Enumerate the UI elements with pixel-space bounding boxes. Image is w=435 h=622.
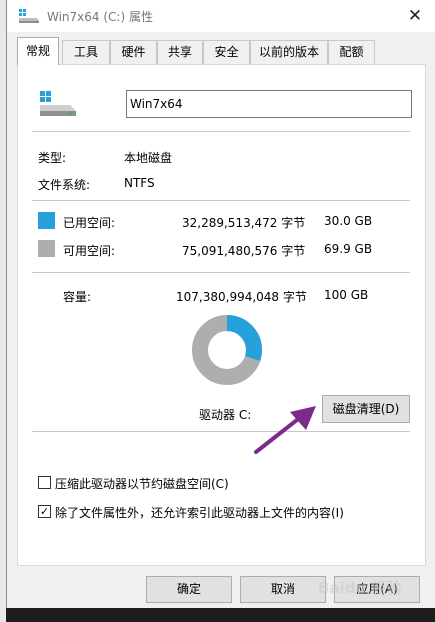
drive-icon: [19, 9, 39, 23]
separator: [32, 131, 410, 132]
cancel-button[interactable]: 取消: [240, 576, 326, 603]
separator: [32, 200, 410, 201]
tab-general[interactable]: 常规: [17, 37, 59, 65]
index-label: 除了文件属性外，还允许索引此驱动器上文件的内容(I): [55, 506, 344, 520]
cancel-button-label: 取消: [270, 582, 295, 596]
capacity-label: 容量:: [63, 290, 92, 304]
used-space-bytes: 32,289,513,472 字节: [182, 216, 306, 230]
used-space-label: 已用空间:: [63, 216, 116, 230]
free-space-size: 69.9 GB: [324, 242, 373, 256]
window-title: Win7x64 (C:) 属性: [47, 10, 153, 24]
close-button[interactable]: ✕: [400, 2, 430, 30]
tab-security[interactable]: 安全: [203, 40, 250, 64]
compress-checkbox[interactable]: [38, 476, 51, 489]
drive-large-icon: [40, 91, 76, 116]
baidu-watermark: Baidu 经验: [318, 579, 402, 597]
index-checkbox[interactable]: ✓: [38, 505, 51, 518]
disk-cleanup-button-label: 磁盘清理(D): [332, 402, 400, 416]
drive-letter-label: 驱动器 C:: [199, 408, 252, 422]
separator: [32, 272, 410, 273]
compress-label: 压缩此驱动器以节约磁盘空间(C): [55, 477, 229, 491]
title-bar[interactable]: Win7x64 (C:) 属性 ✕: [7, 0, 435, 32]
volume-name-input[interactable]: [126, 90, 412, 118]
filesystem-value: NTFS: [124, 176, 155, 190]
capacity-size: 100 GB: [324, 288, 369, 302]
free-space-bytes: 75,091,480,576 字节: [182, 244, 306, 258]
used-space-swatch: [38, 212, 55, 229]
tab-quota[interactable]: 配额: [328, 40, 375, 64]
free-space-swatch: [38, 240, 55, 257]
tab-hardware[interactable]: 硬件: [110, 40, 157, 64]
disk-usage-donut-chart: [192, 315, 262, 385]
ok-button-label: 确定: [176, 582, 201, 596]
separator: [32, 431, 410, 432]
disk-cleanup-button[interactable]: 磁盘清理(D): [322, 395, 410, 423]
capacity-bytes: 107,380,994,048 字节: [176, 290, 307, 304]
general-tab-panel: 类型: 本地磁盘 文件系统: NTFS 已用空间: 32,289,513,472…: [17, 64, 426, 566]
type-value: 本地磁盘: [124, 151, 173, 165]
annotation-arrow-icon: [254, 406, 316, 454]
free-space-label: 可用空间:: [63, 244, 116, 258]
ok-button[interactable]: 确定: [146, 576, 232, 603]
tab-previous-versions[interactable]: 以前的版本: [250, 40, 328, 64]
type-label: 类型:: [38, 151, 67, 165]
used-space-size: 30.0 GB: [324, 214, 373, 228]
properties-dialog: Win7x64 (C:) 属性 ✕ 常规 工具 硬件 共享 安全 以前的版本 配…: [6, 0, 435, 608]
tab-tools[interactable]: 工具: [62, 40, 110, 64]
filesystem-label: 文件系统:: [38, 178, 91, 192]
tab-sharing[interactable]: 共享: [157, 40, 203, 64]
